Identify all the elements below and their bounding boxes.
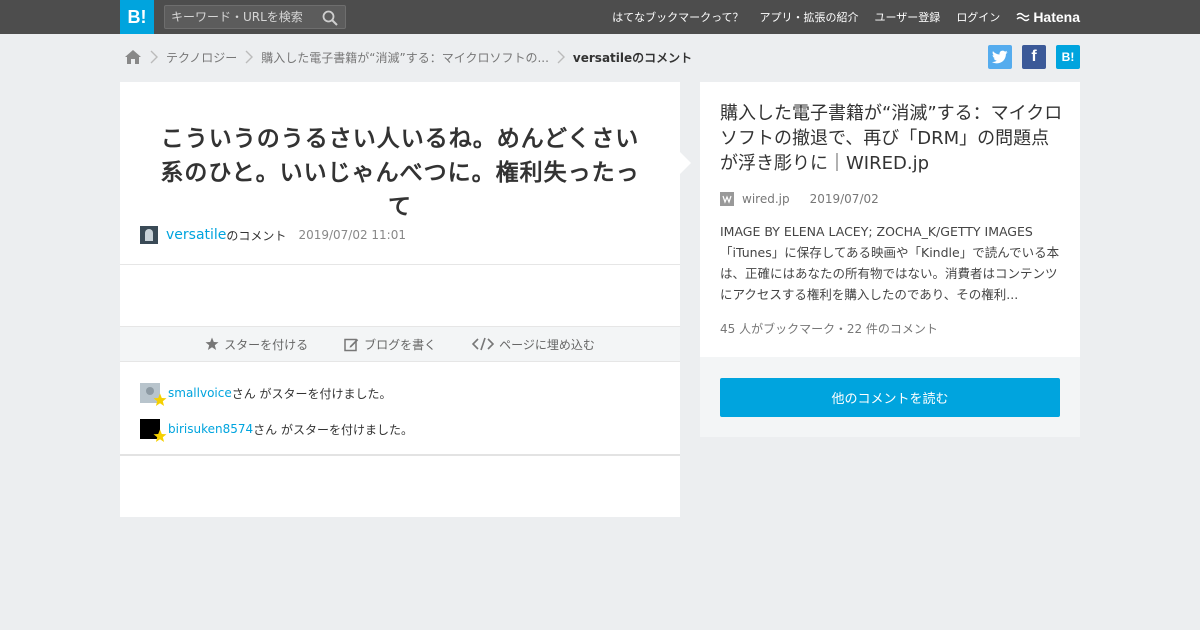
star-text: さん がスターを付けました。 bbox=[253, 422, 413, 437]
embed-button[interactable]: ページに埋め込む bbox=[472, 336, 595, 353]
nav-about[interactable]: はてなブックマークって？ bbox=[612, 9, 743, 25]
entry-source-link[interactable]: wired.jp bbox=[742, 192, 790, 206]
bookmark-count-link[interactable]: 45 人がブックマーク・22 件のコメント bbox=[720, 320, 938, 337]
search-input[interactable] bbox=[171, 8, 311, 26]
site-favicon-icon bbox=[720, 192, 734, 206]
hatena-logo-icon bbox=[1016, 12, 1030, 22]
search-box bbox=[164, 5, 346, 29]
breadcrumb-current: versatileのコメント bbox=[572, 50, 693, 65]
star-text: さん がスターを付けました。 bbox=[231, 386, 392, 401]
star-user-link[interactable]: smallvoice bbox=[168, 386, 232, 400]
comment-card: こういうのうるさい人いるね。めんどくさい系のひと。いいじゃんべつに。権利失ったっ… bbox=[120, 82, 680, 517]
star-icon bbox=[205, 337, 219, 350]
star-user-link[interactable]: birisuken8574 bbox=[168, 422, 253, 436]
pencil-icon bbox=[344, 338, 359, 351]
avatar[interactable] bbox=[140, 226, 158, 244]
breadcrumb-category[interactable]: テクノロジー bbox=[166, 49, 237, 66]
entry-summary: IMAGE BY ELENA LACEY; ZOCHA_K/GETTY IMAG… bbox=[720, 224, 1060, 302]
embed-label: ページに埋め込む bbox=[499, 337, 595, 352]
nav-login[interactable]: ログイン bbox=[956, 9, 1000, 25]
comment-text: こういうのうるさい人いるね。めんどくさい系のひと。いいじゃんべつに。権利失ったっ… bbox=[160, 126, 640, 220]
comment-date: 2019/07/02 11:01 bbox=[298, 228, 406, 242]
breadcrumb-entry[interactable]: 購入した電子書籍が“消滅”する：マイクロソフトの... bbox=[261, 49, 549, 66]
hatena-bookmark-logo[interactable]: B! bbox=[120, 0, 154, 34]
list-item: smallvoice さん がスターを付けました。 bbox=[140, 382, 413, 406]
top-bar: B! はてなブックマークって？ アプリ・拡張の紹介 ユーザー登録 ログイン Ha… bbox=[0, 0, 1200, 34]
breadcrumb: テクノロジー 購入した電子書籍が“消滅”する：マイクロソフトの... versa… bbox=[124, 44, 692, 70]
search-icon[interactable] bbox=[321, 9, 339, 27]
nav-apps[interactable]: アプリ・拡張の紹介 bbox=[760, 9, 859, 25]
write-blog-button[interactable]: ブログを書く bbox=[344, 336, 436, 353]
hatena-brand-link[interactable]: Hatena bbox=[1016, 9, 1080, 25]
add-star-button[interactable]: スターを付ける bbox=[205, 336, 308, 353]
avatar[interactable] bbox=[140, 419, 167, 442]
comment-user-link[interactable]: versatile bbox=[166, 227, 226, 243]
avatar[interactable] bbox=[140, 383, 167, 406]
chevron-right-icon bbox=[241, 50, 257, 64]
comment-suffix: のコメント bbox=[226, 228, 287, 243]
yellow-star-icon bbox=[153, 393, 167, 406]
hatena-bookmark-share-button[interactable]: B! bbox=[1056, 45, 1080, 69]
comment-meta: versatile のコメント 2019/07/02 11:01 bbox=[140, 226, 406, 244]
nav-register[interactable]: ユーザー登録 bbox=[875, 9, 941, 25]
write-blog-label: ブログを書く bbox=[364, 337, 437, 352]
facebook-share-button[interactable]: f bbox=[1022, 45, 1046, 69]
list-item: birisuken8574 さん がスターを付けました。 bbox=[140, 418, 413, 442]
code-icon bbox=[472, 337, 495, 351]
yellow-star-icon bbox=[153, 429, 167, 442]
star-list: smallvoice さん がスターを付けました。 birisuken8574 … bbox=[140, 382, 413, 454]
twitter-icon bbox=[992, 50, 1008, 64]
share-buttons: f B! bbox=[978, 45, 1080, 69]
divider bbox=[120, 264, 680, 265]
entry-info: 購入した電子書籍が“消滅”する：マイクロソフトの撤退で、再び「DRM」の問題点が… bbox=[700, 82, 1080, 357]
home-icon[interactable] bbox=[124, 49, 142, 65]
entry-date: 2019/07/02 bbox=[809, 192, 879, 206]
callout-arrow bbox=[680, 152, 691, 174]
entry-title-link[interactable]: 購入した電子書籍が“消滅”する：マイクロソフトの撤退で、再び「DRM」の問題点が… bbox=[720, 101, 1065, 176]
chevron-right-icon bbox=[553, 50, 569, 64]
twitter-share-button[interactable] bbox=[988, 45, 1012, 69]
hatena-brand-text: Hatena bbox=[1033, 9, 1080, 25]
entry-source: wired.jp 2019/07/02 bbox=[720, 192, 879, 206]
add-star-label: スターを付ける bbox=[224, 337, 309, 352]
comment-actions: スターを付ける ブログを書く ページに埋め込む bbox=[120, 326, 680, 362]
read-other-comments-button[interactable]: 他のコメントを読む bbox=[720, 378, 1060, 417]
chevron-right-icon bbox=[146, 50, 162, 64]
entry-card: 購入した電子書籍が“消滅”する：マイクロソフトの撤退で、再び「DRM」の問題点が… bbox=[700, 82, 1080, 437]
divider bbox=[120, 454, 680, 456]
top-nav: はてなブックマークって？ アプリ・拡張の紹介 ユーザー登録 ログイン Haten… bbox=[596, 0, 1080, 34]
